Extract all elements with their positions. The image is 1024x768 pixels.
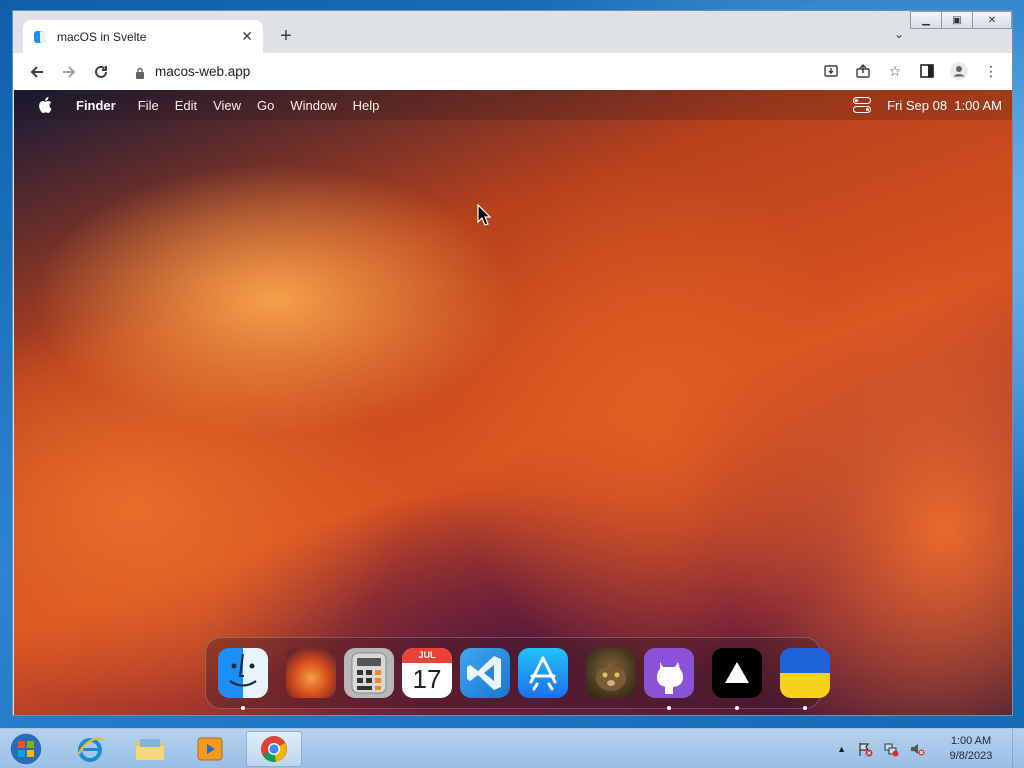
dock-finder-icon[interactable]	[218, 648, 268, 698]
back-arrow-icon[interactable]	[21, 56, 53, 88]
share-icon[interactable]	[850, 56, 876, 86]
taskbar-time: 1:00 AM	[950, 735, 992, 747]
taskbar-internet-explorer-icon[interactable]	[62, 731, 118, 767]
kebab-menu-icon[interactable]: ⋮	[978, 56, 1004, 86]
menubar-clock[interactable]: Fri Sep 08 1:00 AM	[887, 98, 1002, 113]
menu-window[interactable]: Window	[290, 98, 336, 113]
tab-favicon-icon	[33, 30, 47, 44]
tab-title: macOS in Svelte	[57, 29, 147, 44]
url-text: macos-web.app	[155, 64, 251, 79]
profile-avatar-icon[interactable]	[946, 56, 972, 86]
menu-edit[interactable]: Edit	[175, 98, 197, 113]
menubar-right: Fri Sep 08 1:00 AM	[853, 90, 1002, 120]
tray-expand-arrow-icon[interactable]: ▲	[837, 744, 846, 754]
menu-app-name[interactable]: Finder	[76, 98, 116, 113]
calendar-month: JUL	[402, 648, 452, 663]
maximize-button[interactable]: ▣	[941, 11, 973, 29]
menu-help[interactable]: Help	[353, 98, 380, 113]
window-controls: ▁ ▣ ✕	[910, 11, 1012, 29]
tab-close-icon[interactable]: ✕	[241, 28, 253, 45]
network-icon[interactable]	[882, 740, 900, 758]
reload-icon[interactable]	[85, 56, 117, 88]
tab-search-chevron-icon[interactable]: ⌄	[894, 27, 904, 41]
browser-tab[interactable]: macOS in Svelte ✕	[23, 20, 263, 53]
start-button[interactable]	[6, 730, 46, 768]
dock-wallpapers-icon[interactable]	[286, 648, 336, 698]
taskbar-media-player-icon[interactable]	[182, 731, 238, 767]
install-app-icon[interactable]	[818, 56, 844, 86]
bookmark-star-icon[interactable]: ☆	[882, 56, 908, 86]
forward-arrow-icon[interactable]	[53, 56, 85, 88]
new-tab-button[interactable]: +	[275, 25, 297, 47]
control-center-icon[interactable]	[853, 97, 872, 113]
menu-go[interactable]: Go	[257, 98, 274, 113]
browser-toolbar: macos-web.app ☆ ⋮	[13, 53, 1012, 90]
taskbar-explorer-folder-icon[interactable]	[122, 731, 178, 767]
dock-running-dot	[241, 706, 245, 710]
dock-calculator-icon[interactable]	[344, 648, 394, 698]
dock-ukraine-flag-icon[interactable]	[780, 648, 830, 698]
chrome-window: macOS in Svelte ✕ + ⌄ ▁ ▣ ✕ macos-web.ap…	[12, 10, 1013, 716]
taskbar-chrome-icon[interactable]	[246, 731, 302, 767]
side-panel-icon[interactable]	[914, 56, 940, 86]
dock-vercel-icon[interactable]	[712, 648, 762, 698]
macos-web-desktop[interactable]: Finder File Edit View Go Window Help Fri…	[14, 90, 1012, 715]
menu-file[interactable]: File	[138, 98, 159, 113]
browser-titlebar: macOS in Svelte ✕ + ⌄ ▁ ▣ ✕	[13, 11, 1012, 53]
close-window-button[interactable]: ✕	[972, 11, 1012, 29]
system-tray: ▲ 1:00 AM 9/8/2023	[837, 729, 1024, 768]
lock-icon[interactable]	[135, 66, 145, 79]
windows-taskbar: ▲ 1:00 AM 9/8/2023	[0, 728, 1024, 768]
dock-running-dot	[803, 706, 807, 710]
dock-vscode-icon[interactable]	[460, 648, 510, 698]
dock-app-store-icon[interactable]	[518, 648, 568, 698]
calendar-day: 17	[412, 664, 442, 694]
mac-menubar: Finder File Edit View Go Window Help Fri…	[14, 90, 1012, 120]
dock-running-dot	[667, 706, 671, 710]
taskbar-clock[interactable]: 1:00 AM 9/8/2023	[934, 734, 1008, 764]
address-bar[interactable]: macos-web.app	[123, 57, 893, 86]
taskbar-date: 9/8/2023	[949, 750, 993, 762]
menu-view[interactable]: View	[213, 98, 241, 113]
dock-running-dot	[735, 706, 739, 710]
volume-muted-icon[interactable]	[908, 740, 926, 758]
minimize-button[interactable]: ▁	[910, 11, 942, 29]
action-center-flag-icon[interactable]	[856, 740, 874, 758]
dock-calendar-icon[interactable]: JUL 17	[402, 648, 452, 698]
mac-dock: JUL 17	[205, 637, 830, 710]
mouse-pointer-icon	[477, 203, 492, 231]
dock-github-icon[interactable]	[644, 648, 694, 698]
dock-cat-avatar-icon[interactable]	[586, 648, 636, 698]
apple-logo-icon[interactable]	[34, 97, 56, 113]
show-desktop-button[interactable]	[1012, 729, 1024, 768]
toolbar-actions: ☆ ⋮	[818, 56, 1004, 86]
